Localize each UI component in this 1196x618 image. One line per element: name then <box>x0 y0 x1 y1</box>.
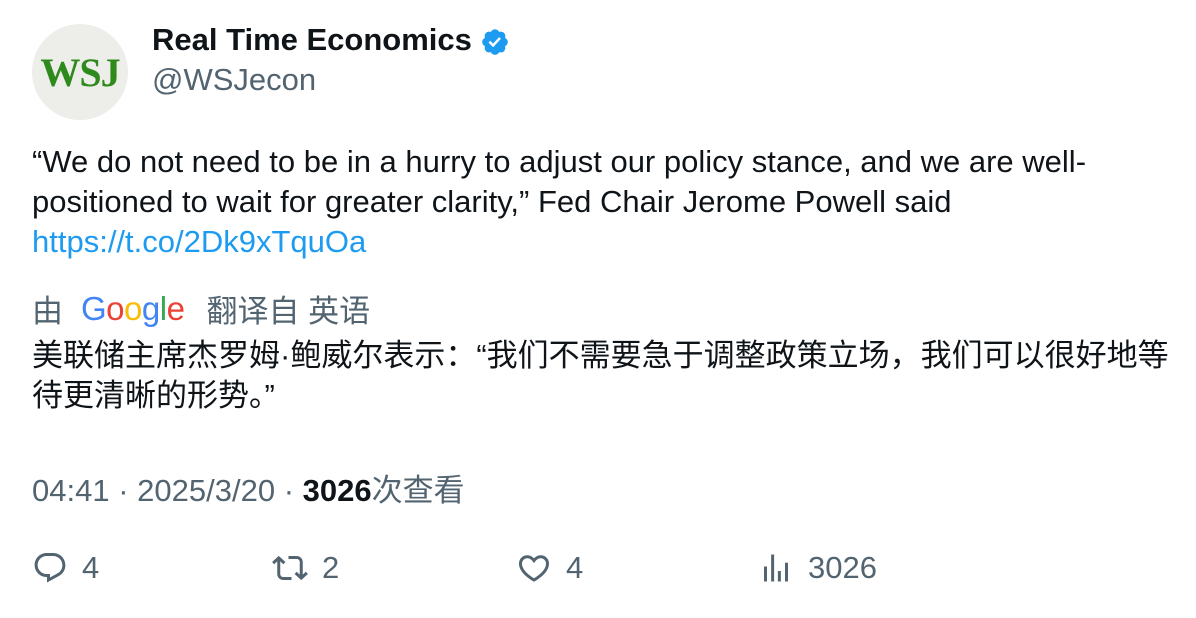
tweet-time[interactable]: 04:41 <box>32 473 110 508</box>
verified-badge-icon <box>482 29 508 55</box>
views-label: 次查看 <box>371 473 465 508</box>
avatar-logo-text: WSJ <box>40 49 120 95</box>
translated-text: 美联储主席杰罗姆·鲍威尔表示：“我们不需要急于调整政策立场，我们可以很好地等待更… <box>32 338 1169 413</box>
meta-separator: · <box>118 473 129 508</box>
reply-button[interactable]: 4 <box>32 550 99 586</box>
retweet-icon <box>272 555 308 581</box>
tweet-body: “We do not need to be in a hurry to adju… <box>32 144 1087 219</box>
retweet-button[interactable]: 2 <box>272 550 339 586</box>
retweet-count: 2 <box>322 550 340 585</box>
like-button[interactable]: 4 <box>516 550 583 586</box>
avatar[interactable]: WSJ <box>32 24 128 120</box>
bar-chart-icon <box>764 554 788 582</box>
name-row: Real Time Economics <box>152 22 510 58</box>
reply-count: 4 <box>82 550 100 585</box>
tweet-meta: 04:41 · 2025/3/20 · 3026次查看 <box>32 465 465 510</box>
google-logo: Google <box>81 289 185 327</box>
views-count: 3026 <box>302 473 372 508</box>
translation-prefix: 由 <box>32 294 63 329</box>
tweet-link[interactable]: https://t.co/2Dk9xTquOa <box>32 222 1162 262</box>
translation-attribution: 由 Google 翻译自 英语 <box>32 286 370 331</box>
action-bar: 4 2 4 3026 <box>32 550 1172 594</box>
meta-separator: · <box>283 473 295 508</box>
translation-suffix: 翻译自 英语 <box>206 294 371 329</box>
tweet-text: “We do not need to be in a hurry to adju… <box>32 142 1162 262</box>
views-action-count: 3026 <box>808 550 877 585</box>
handle[interactable]: @WSJecon <box>152 62 316 98</box>
reply-icon <box>34 553 66 583</box>
tweet-date[interactable]: 2025/3/20 <box>137 473 275 508</box>
like-count: 4 <box>566 550 584 585</box>
heart-icon <box>518 555 550 582</box>
display-name[interactable]: Real Time Economics <box>152 22 472 58</box>
views-button[interactable]: 3026 <box>758 550 877 586</box>
